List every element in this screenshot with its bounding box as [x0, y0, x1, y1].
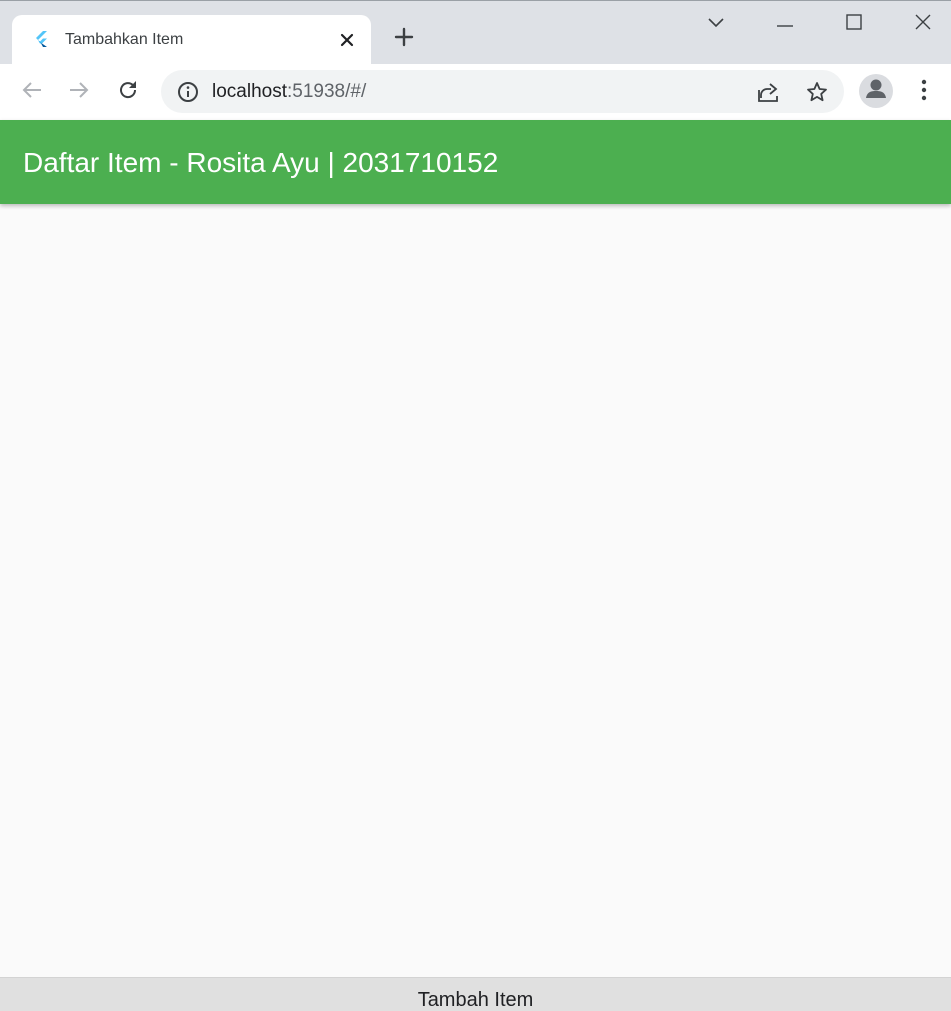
chevron-down-icon — [707, 15, 725, 33]
arrow-right-icon — [68, 79, 90, 106]
address-bar[interactable]: localhost:51938/#/ — [161, 70, 844, 113]
profile-button[interactable] — [859, 74, 893, 108]
more-vert-icon — [921, 79, 927, 106]
star-icon[interactable] — [803, 78, 831, 106]
url-text[interactable]: localhost:51938/#/ — [212, 81, 366, 103]
add-item-button-label: Tambah Item — [417, 989, 534, 1011]
arrow-left-icon — [21, 79, 43, 106]
item-list — [0, 204, 951, 977]
app-bar: Daftar Item - Rosita Ayu | 2031710152 — [0, 120, 951, 204]
browser-toolbar: localhost:51938/#/ — [0, 64, 951, 120]
browser-menu-button[interactable] — [910, 76, 938, 108]
maximize-button[interactable] — [839, 9, 869, 39]
plus-icon — [394, 27, 414, 52]
tab-strip: Tambahkan Item — [0, 0, 951, 65]
window-close-button[interactable] — [908, 9, 938, 39]
close-icon[interactable] — [336, 29, 358, 51]
person-icon — [859, 74, 893, 108]
minimize-button[interactable] — [770, 9, 800, 39]
url-host: localhost — [212, 81, 287, 102]
reload-icon — [117, 79, 139, 106]
back-button[interactable] — [16, 76, 48, 108]
reload-button[interactable] — [112, 76, 144, 108]
new-tab-button[interactable] — [390, 25, 418, 53]
minimize-icon — [776, 15, 794, 33]
browser-window: Tambahkan Item localhost:51938/#/ Daftar… — [0, 0, 951, 1011]
close-icon — [914, 13, 932, 36]
tab-title: Tambahkan Item — [65, 31, 184, 48]
tab-search-button[interactable] — [701, 9, 731, 39]
flutter-logo-icon — [32, 30, 50, 48]
add-item-button[interactable]: Tambah Item — [0, 977, 951, 1011]
maximize-icon — [845, 13, 863, 36]
url-path: :51938/#/ — [287, 81, 367, 102]
forward-button[interactable] — [63, 76, 95, 108]
page-title: Daftar Item - Rosita Ayu | 2031710152 — [23, 147, 499, 178]
share-icon[interactable] — [755, 78, 783, 106]
browser-tab[interactable]: Tambahkan Item — [12, 15, 371, 65]
info-icon[interactable] — [176, 80, 200, 104]
